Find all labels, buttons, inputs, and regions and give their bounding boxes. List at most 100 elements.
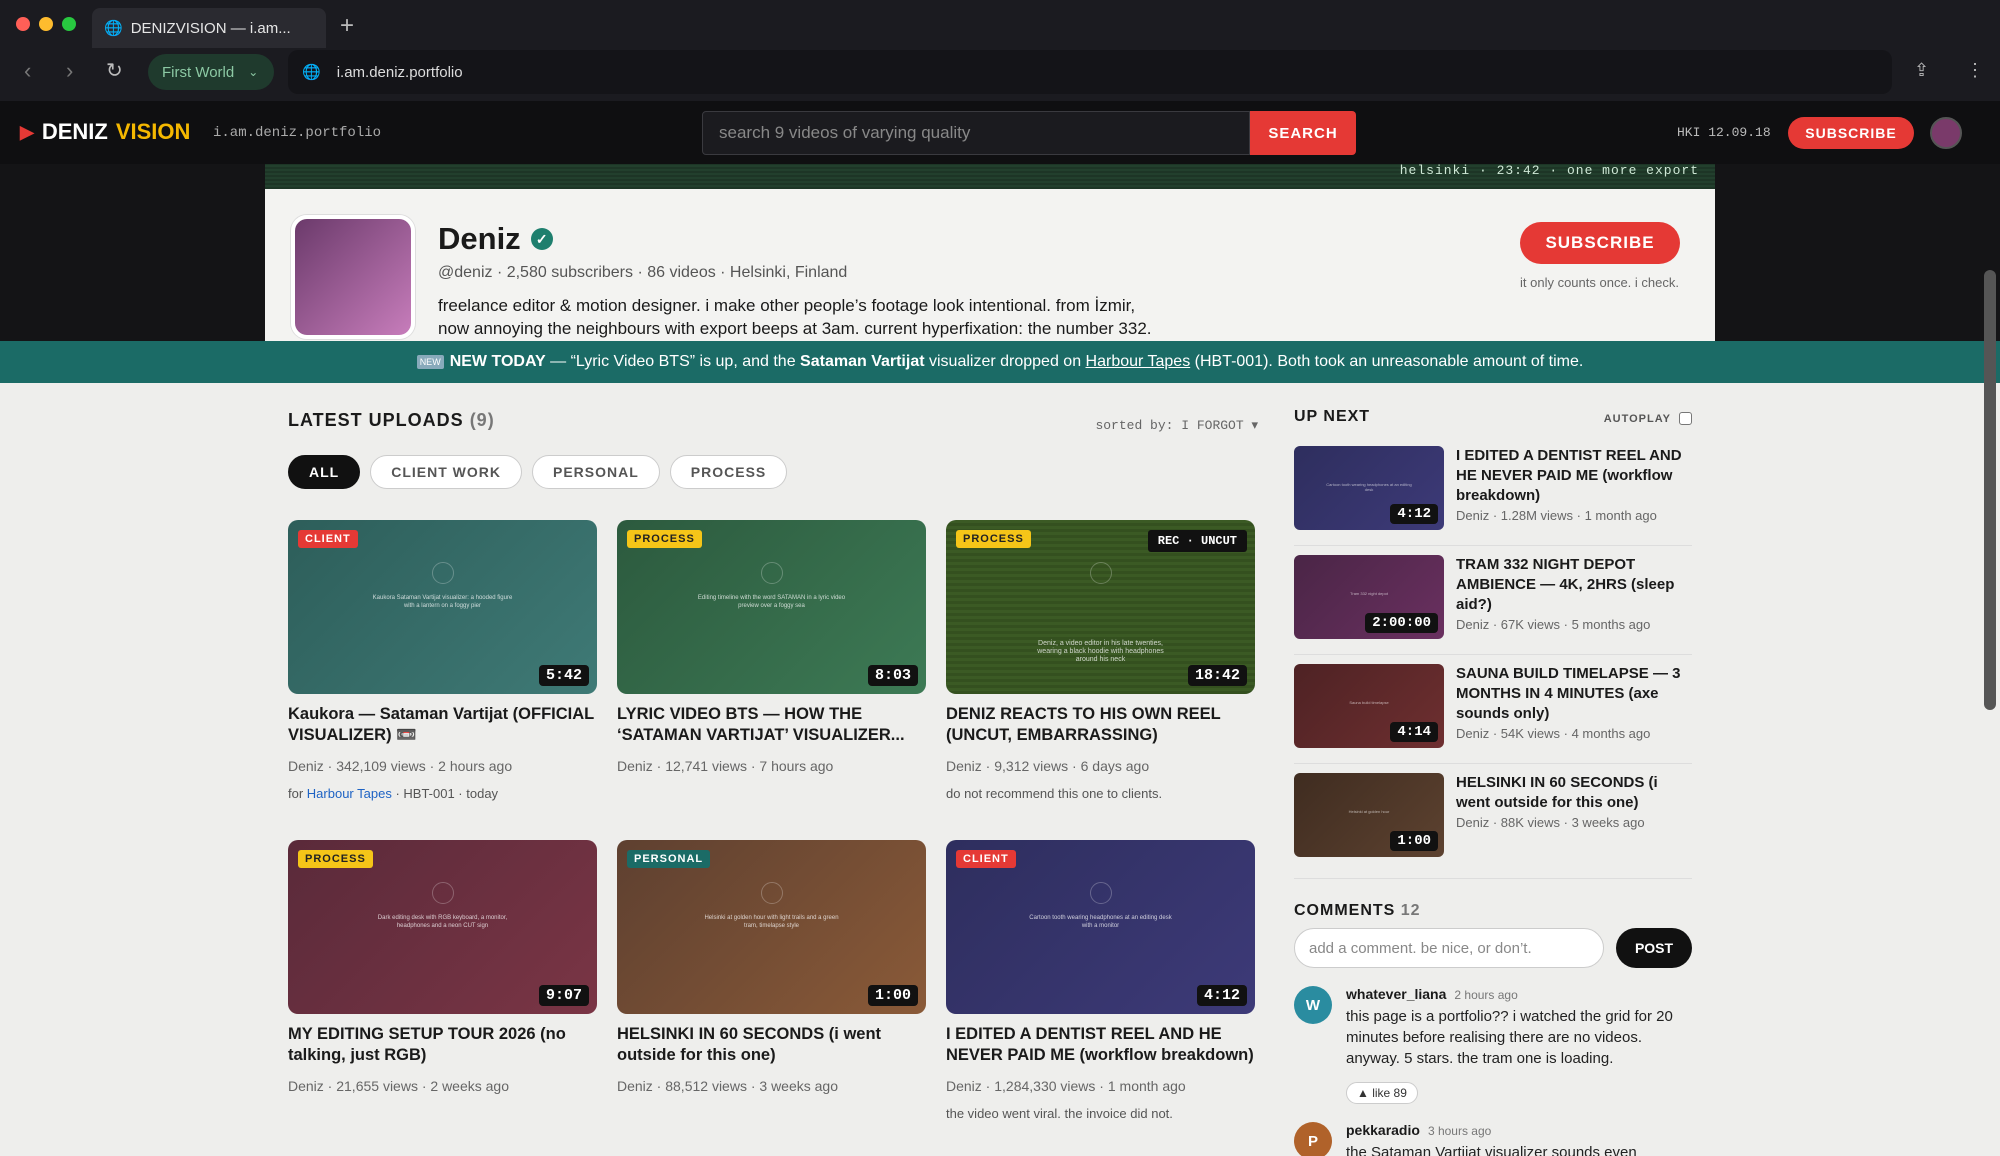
video-thumbnail[interactable]: Kaukora Sataman Vartijat visualizer: a h… <box>288 520 597 694</box>
share-icon[interactable]: ⇪ <box>1914 60 1929 81</box>
video-meta: Deniz · 12,741 views · 7 hours ago <box>617 758 834 774</box>
up-next-title-text[interactable]: TRAM 332 NIGHT DEPOT AMBIENCE — 4K, 2HRS… <box>1456 555 1692 615</box>
video-meta: Deniz · 342,109 views · 2 hours ago <box>288 758 513 774</box>
video-thumbnail[interactable]: Dark editing desk with RGB keyboard, a m… <box>288 840 597 1014</box>
play-circle-icon <box>1090 882 1112 904</box>
channel-name: Deniz <box>438 221 521 256</box>
channel-name-row: Deniz ✓ <box>438 221 553 257</box>
video-title[interactable]: I EDITED A DENTIST REEL AND HE NEVER PAI… <box>946 1024 1255 1066</box>
commenter-name[interactable]: pekkaradio <box>1346 1122 1420 1138</box>
announcement-banner: NEW NEW TODAY — “Lyric Video BTS” is up,… <box>0 341 2000 383</box>
duration-badge: 4:12 <box>1196 985 1247 1006</box>
page-scrollbar[interactable] <box>1984 270 1996 710</box>
profile-selector[interactable]: First World ⌄ <box>148 54 274 90</box>
duration-badge: 18:42 <box>1187 665 1247 686</box>
up-next-title-text[interactable]: I EDITED A DENTIST REEL AND HE NEVER PAI… <box>1456 446 1692 506</box>
commenter-avatar[interactable]: P <box>1294 1122 1332 1156</box>
category-badge: CLIENT <box>956 850 1016 868</box>
duration-badge: 1:00 <box>867 985 918 1006</box>
sort-dropdown[interactable]: sorted by: I FORGOT ▾ <box>1095 418 1258 433</box>
forward-icon[interactable]: › <box>66 58 73 84</box>
uploads-title-text: LATEST UPLOADS <box>288 410 464 430</box>
video-card[interactable]: Deniz, a video editor in his late twenti… <box>946 520 1255 801</box>
thumbnail-caption: Deniz, a video editor in his late twenti… <box>1037 640 1164 663</box>
search-input[interactable]: search 9 videos of varying quality <box>702 111 1250 155</box>
comment-text: the Sataman Vartijat visualizer sounds e… <box>1346 1144 1637 1156</box>
commenter-name[interactable]: whatever_liana <box>1346 986 1446 1002</box>
url-text: i.am.deniz.portfolio <box>336 63 463 81</box>
post-button[interactable]: POST <box>1616 928 1692 968</box>
video-card[interactable]: Kaukora Sataman Vartijat visualizer: a h… <box>288 520 597 801</box>
header-subscribe-button[interactable]: SUBSCRIBE <box>1788 117 1914 149</box>
video-thumbnail[interactable]: Editing timeline with the word SATAMAN i… <box>617 520 926 694</box>
category-badge: PROCESS <box>627 530 702 548</box>
video-title[interactable]: Kaukora — Sataman Vartijat (OFFICIAL VIS… <box>288 704 597 746</box>
video-title[interactable]: MY EDITING SETUP TOUR 2026 (no talking, … <box>288 1024 597 1066</box>
up-next-item[interactable]: Tram 332 night depot 2:00:00 TRAM 332 NI… <box>1294 555 1692 655</box>
site-logo[interactable]: ▶ DENIZ VISION <box>20 119 190 145</box>
thumbnail-caption: Kaukora Sataman Vartijat visualizer: a h… <box>372 595 513 609</box>
up-next-item[interactable]: Sauna build timelapse 4:14 SAUNA BUILD T… <box>1294 664 1692 764</box>
up-next-thumbnail[interactable]: Sauna build timelapse 4:14 <box>1294 664 1444 748</box>
video-title[interactable]: LYRIC VIDEO BTS — HOW THE ‘SATAMAN VARTI… <box>617 704 926 746</box>
video-card[interactable]: Cartoon tooth wearing headphones at an e… <box>946 840 1255 1121</box>
chip-process[interactable]: PROCESS <box>669 455 788 489</box>
video-card[interactable]: Helsinki at golden hour with light trail… <box>617 840 926 1094</box>
autoplay-toggle[interactable]: AUTOPLAY <box>1604 412 1692 425</box>
video-card[interactable]: Dark editing desk with RGB keyboard, a m… <box>288 840 597 1094</box>
category-badge: PROCESS <box>956 530 1031 548</box>
chip-personal[interactable]: PERSONAL <box>531 455 660 489</box>
commenter-avatar[interactable]: W <box>1294 986 1332 1024</box>
user-avatar[interactable] <box>1930 117 1962 149</box>
status-ticker: helsinki · 23:42 · one more export <box>265 164 1715 189</box>
close-window-button[interactable] <box>16 17 30 31</box>
chip-all[interactable]: ALL <box>288 455 361 489</box>
note-suffix: · HBT-001 · today <box>391 786 499 801</box>
up-next-title-text[interactable]: HELSINKI IN 60 SECONDS (i went outside f… <box>1456 773 1692 813</box>
banner-text-1: — “Lyric Video BTS” is up, and the <box>545 353 801 370</box>
search-button[interactable]: SEARCH <box>1250 111 1356 155</box>
thumbnail-caption: Dark editing desk with RGB keyboard, a m… <box>377 915 508 929</box>
browser-tab[interactable]: 🌐 DENIZVISION — i.am... <box>92 8 326 48</box>
site-info-icon[interactable]: 🌐 <box>302 63 321 81</box>
video-thumbnail[interactable]: Helsinki at golden hour with light trail… <box>617 840 926 1014</box>
logo-deniz: DENIZ <box>41 119 108 144</box>
up-next-thumbnail[interactable]: Cartoon tooth wearing headphones at an e… <box>1294 446 1444 530</box>
autoplay-checkbox[interactable] <box>1679 412 1692 425</box>
video-meta: Deniz · 1,284,330 views · 1 month ago <box>946 1078 1186 1094</box>
video-title[interactable]: HELSINKI IN 60 SECONDS (i went outside f… <box>617 1024 926 1066</box>
banner-link[interactable]: Harbour Tapes <box>1086 353 1191 370</box>
comments-count: 12 <box>1400 902 1421 919</box>
up-next-item[interactable]: Helsinki at golden hour 1:00 HELSINKI IN… <box>1294 773 1692 879</box>
video-card[interactable]: Editing timeline with the word SATAMAN i… <box>617 520 926 774</box>
up-next-thumbnail[interactable]: Helsinki at golden hour 1:00 <box>1294 773 1444 857</box>
back-icon[interactable]: ‹ <box>24 58 31 84</box>
comment-header: pekkaradio 3 hours ago <box>1346 1122 1491 1138</box>
up-next-item[interactable]: Cartoon tooth wearing headphones at an e… <box>1294 446 1692 546</box>
minimize-window-button[interactable] <box>39 17 53 31</box>
video-title[interactable]: DENIZ REACTS TO HIS OWN REEL (UNCUT, EMB… <box>946 704 1255 746</box>
reload-icon[interactable]: ↻ <box>106 58 123 83</box>
banner-text: NEW TODAY — “Lyric Video BTS” is up, and… <box>450 353 1584 371</box>
menu-icon[interactable]: ⋮ <box>1966 60 1984 81</box>
filter-chips: ALL CLIENT WORK PERSONAL PROCESS <box>288 455 788 489</box>
like-button[interactable]: ▲ like 89 <box>1346 1082 1418 1104</box>
thumbnail-caption: Cartoon tooth wearing headphones at an e… <box>1029 915 1172 929</box>
video-thumbnail[interactable]: Cartoon tooth wearing headphones at an e… <box>946 840 1255 1014</box>
address-bar[interactable]: 🌐 i.am.deniz.portfolio <box>288 50 1892 94</box>
comment-input[interactable]: add a comment. be nice, or don’t. <box>1294 928 1604 968</box>
up-next-title-text[interactable]: SAUNA BUILD TIMELAPSE — 3 MONTHS IN 4 MI… <box>1456 664 1692 724</box>
site-header: ▶ DENIZ VISION i.am.deniz.portfolio sear… <box>0 101 2000 164</box>
chip-client-work[interactable]: CLIENT WORK <box>370 455 522 489</box>
channel-subscribe-button[interactable]: SUBSCRIBE <box>1520 222 1680 264</box>
video-thumbnail[interactable]: Deniz, a video editor in his late twenti… <box>946 520 1255 694</box>
comment-header: whatever_liana 2 hours ago <box>1346 986 1518 1002</box>
up-next-thumbnail[interactable]: Tram 332 night depot 2:00:00 <box>1294 555 1444 639</box>
note-link[interactable]: Harbour Tapes <box>307 786 392 801</box>
banner-bold: Sataman Vartijat <box>800 353 925 370</box>
category-badge: PROCESS <box>298 850 373 868</box>
thumbnail-caption: Sauna build timelapse <box>1349 700 1389 705</box>
maximize-window-button[interactable] <box>62 17 76 31</box>
play-circle-icon <box>761 882 783 904</box>
new-tab-icon[interactable]: + <box>340 12 354 40</box>
